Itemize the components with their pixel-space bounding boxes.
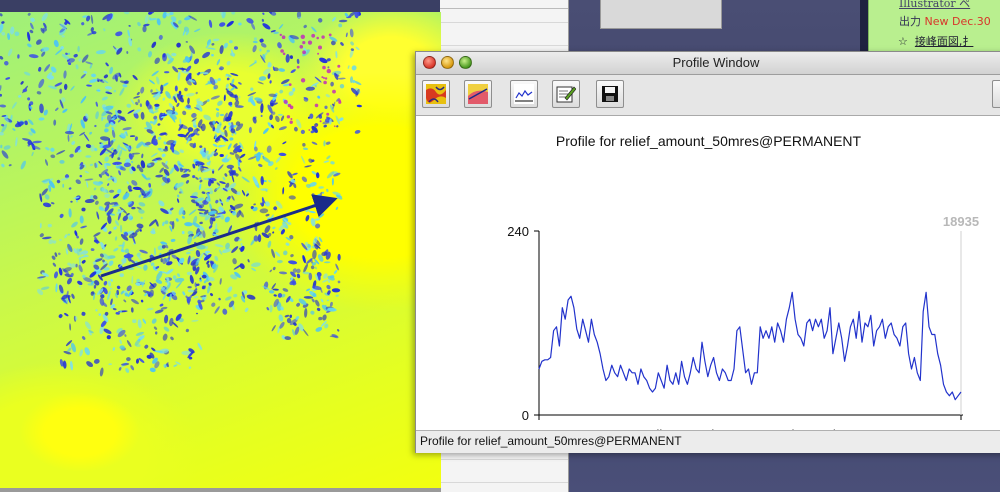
toolbar — [416, 75, 1000, 116]
star-icon: ☆ — [898, 35, 908, 48]
save-disk-icon — [602, 86, 618, 102]
minimize-button[interactable] — [441, 56, 454, 69]
zoom-button[interactable] — [459, 56, 472, 69]
save-button[interactable] — [596, 80, 624, 108]
note-line-2: 出力 New Dec.30 — [899, 13, 991, 29]
background-window-edge — [600, 0, 722, 29]
y-tick-label-max: 240 — [507, 224, 529, 239]
map-transect-icon — [468, 84, 488, 104]
background-note-window: Illustrator ペ 出力 New Dec.30 ☆ 接峰面図,扌 — [868, 0, 1000, 52]
profile-series-line — [538, 291, 962, 401]
note-line-3: ☆ 接峰面図,扌 — [898, 33, 973, 49]
note-line-2-new: New Dec.30 — [924, 15, 991, 28]
raster-map-icon — [426, 84, 446, 104]
note-line-3-text: 接峰面図,扌 — [914, 35, 974, 48]
transect-line — [100, 194, 338, 278]
top-right-distance-label: 18935 — [943, 214, 979, 229]
status-bar: Profile for relief_amount_50mres@PERMANE… — [416, 430, 1000, 453]
map-bottom-edge — [0, 488, 441, 492]
profile-chart: 2400018935distance along transect (metre… — [507, 214, 979, 430]
map-display[interactable] — [0, 12, 441, 488]
draw-profile-button[interactable] — [422, 80, 450, 108]
plot-profile-button[interactable] — [510, 80, 538, 108]
profile-graph-icon — [514, 84, 534, 104]
toolbar-overflow-button[interactable] — [992, 80, 1000, 108]
window-titlebar[interactable]: Profile Window — [416, 52, 1000, 75]
edit-options-icon — [556, 86, 576, 103]
note-line-2-prefix: 出力 — [899, 15, 925, 28]
window-controls — [423, 56, 472, 69]
note-line-1: Illustrator ペ — [899, 0, 971, 10]
y-tick-label-min: 0 — [522, 408, 529, 423]
profile-plot-area: Profile for relief_amount_50mres@PERMANE… — [416, 116, 1000, 430]
draw-transect-button[interactable] — [464, 80, 492, 108]
close-button[interactable] — [423, 56, 436, 69]
profile-window: Profile Window Profile for relief_amount… — [415, 51, 1000, 453]
window-title: Profile Window — [672, 55, 760, 70]
options-button[interactable] — [552, 80, 580, 108]
